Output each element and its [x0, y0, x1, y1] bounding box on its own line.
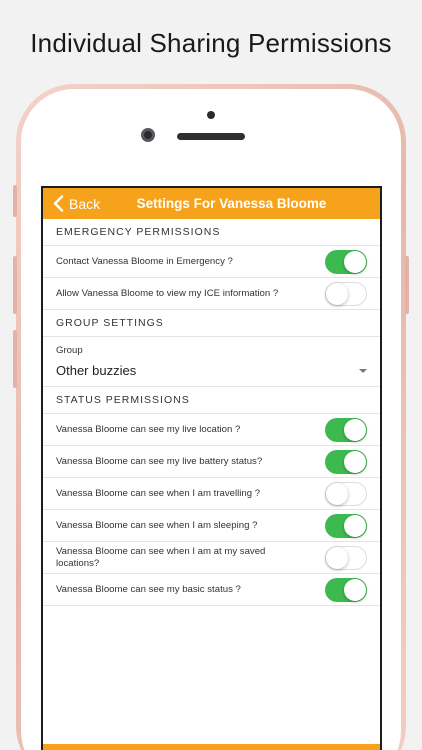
toggle-knob — [344, 578, 366, 601]
emergency-permissions-list: Contact Vanessa Bloome in Emergency ? All… — [43, 246, 380, 310]
toggle-knob — [344, 450, 366, 473]
permission-label: Vanessa Bloome can see when I am at my s… — [56, 546, 266, 569]
permission-row: Contact Vanessa Bloome in Emergency ? — [43, 246, 380, 278]
permission-toggle[interactable] — [325, 577, 367, 602]
bottom-bar — [43, 744, 380, 750]
toggle-knob — [326, 482, 348, 505]
permission-toggle[interactable] — [325, 417, 367, 442]
permission-toggle[interactable] — [325, 281, 367, 306]
proximity-sensor — [207, 111, 215, 119]
promo-headline: Individual Sharing Permissions — [30, 28, 392, 58]
group-selector[interactable]: Group Other buzzies — [43, 337, 380, 387]
permission-label: Vanessa Bloome can see my basic status ? — [56, 583, 241, 595]
side-button — [405, 256, 409, 314]
permission-label: Vanessa Bloome can see when I am sleepin… — [56, 519, 258, 531]
toggle-knob — [326, 282, 348, 305]
permission-row: Vanessa Bloome can see when I am travell… — [43, 478, 380, 510]
permission-toggle[interactable] — [325, 449, 367, 474]
permission-row: Vanessa Bloome can see when I am at my s… — [43, 542, 380, 574]
dropdown-caret-icon — [359, 368, 367, 373]
permission-toggle[interactable] — [325, 545, 367, 570]
permission-row: Vanessa Bloome can see when I am sleepin… — [43, 510, 380, 542]
toggle-knob — [344, 514, 366, 537]
permission-row: Allow Vanessa Bloome to view my ICE info… — [43, 278, 380, 310]
earpiece-speaker — [177, 133, 245, 140]
front-camera — [141, 128, 155, 142]
app-screen: Back Settings For Vanessa Bloome EMERGEN… — [41, 186, 382, 750]
section-header-status: STATUS PERMISSIONS — [43, 387, 380, 414]
section-header-emergency: EMERGENCY PERMISSIONS — [43, 219, 380, 246]
navigation-bar: Back Settings For Vanessa Bloome — [43, 188, 380, 219]
group-label: Group — [56, 345, 83, 356]
toggle-knob — [344, 418, 366, 441]
permission-label: Vanessa Bloome can see when I am travell… — [56, 487, 261, 499]
group-value: Other buzzies — [56, 363, 137, 378]
permission-label: Contact Vanessa Bloome in Emergency ? — [56, 255, 233, 267]
permission-label: Vanessa Bloome can see my live battery s… — [56, 455, 263, 467]
permission-label: Allow Vanessa Bloome to view my ICE info… — [56, 287, 279, 299]
permission-row: Vanessa Bloome can see my live location … — [43, 414, 380, 446]
permission-toggle[interactable] — [325, 513, 367, 538]
permission-row: Vanessa Bloome can see my basic status ? — [43, 574, 380, 606]
toggle-knob — [344, 250, 366, 273]
permission-row: Vanessa Bloome can see my live battery s… — [43, 446, 380, 478]
side-button — [13, 256, 17, 314]
permission-label: Vanessa Bloome can see my live location … — [56, 423, 241, 435]
status-permissions-list: Vanessa Bloome can see my live location … — [43, 414, 380, 606]
section-header-group: GROUP SETTINGS — [43, 310, 380, 337]
side-button — [13, 330, 17, 388]
side-button — [13, 185, 17, 217]
toggle-knob — [326, 546, 348, 569]
group-dropdown[interactable]: Other buzzies — [56, 363, 367, 378]
page-title: Settings For Vanessa Bloome — [136, 196, 327, 211]
permission-toggle[interactable] — [325, 249, 367, 274]
permission-toggle[interactable] — [325, 481, 367, 506]
